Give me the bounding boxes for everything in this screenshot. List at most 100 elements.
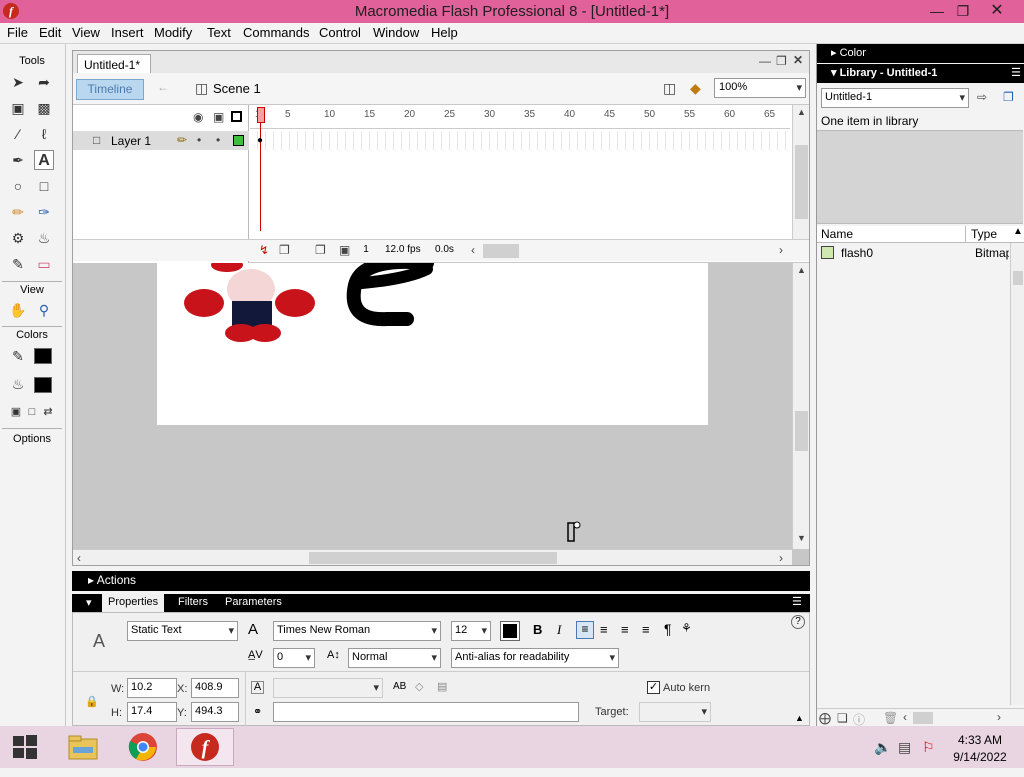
flash-icon[interactable]: f — [176, 728, 234, 766]
network-icon[interactable]: ▤ — [898, 739, 911, 756]
playhead[interactable]: ● — [257, 107, 265, 231]
rectangle-tool-icon[interactable]: □ — [34, 176, 54, 196]
restore-icon[interactable]: ❐ — [946, 0, 980, 23]
eyedropper-tool-icon[interactable]: ✎ — [8, 254, 28, 274]
outline-all-icon[interactable] — [231, 111, 242, 122]
doc-minimize-icon[interactable]: — — [759, 54, 771, 68]
zoom-tool-icon[interactable]: ⚲ — [34, 300, 54, 320]
library-scroll-right-icon[interactable]: › — [997, 710, 1001, 724]
edit-scene-icon[interactable]: ◫ — [663, 80, 676, 97]
bold-button[interactable]: B — [533, 622, 542, 637]
ink-bottle-tool-icon[interactable]: ⚙ — [8, 228, 28, 248]
tab-filters[interactable]: Filters — [178, 596, 208, 608]
stage-hscrollbar[interactable]: ‹ › — [73, 549, 792, 565]
help-icon[interactable]: ? — [791, 615, 805, 629]
onion-outline-icon[interactable]: ❐ — [315, 243, 326, 257]
action-center-icon[interactable]: ⚐ — [922, 739, 935, 756]
doc-close-icon[interactable]: ✕ — [793, 53, 803, 67]
url-link-field[interactable] — [273, 702, 579, 722]
x-field[interactable]: 408.9 — [191, 678, 239, 698]
stage-vscrollbar[interactable]: ▲ ▼ — [792, 263, 809, 549]
doc-restore-icon[interactable]: ❐ — [776, 54, 787, 68]
font-family-select[interactable]: Times New Roman — [273, 621, 441, 641]
center-frame-icon[interactable]: ↯ — [259, 243, 269, 257]
height-field[interactable]: 17.4 — [127, 702, 177, 722]
text-tool-icon[interactable]: A — [34, 150, 54, 170]
library-document-select[interactable]: Untitled-1 — [821, 88, 969, 108]
layer-row[interactable]: □ Layer 1 ✏ • • — [73, 131, 249, 150]
pen-tool-icon[interactable]: ✒ — [8, 150, 28, 170]
oval-tool-icon[interactable]: ○ — [8, 176, 28, 196]
menu-file[interactable]: File — [7, 25, 28, 40]
selection-tool-icon[interactable]: ➤ — [8, 72, 28, 92]
justify-icon[interactable]: ≡ — [642, 622, 650, 637]
lock-all-icon[interactable]: ▣ — [213, 110, 224, 124]
swap-colors-icon[interactable]: ⇄ — [38, 402, 58, 422]
italic-button[interactable]: I — [557, 622, 561, 638]
tab-parameters[interactable]: Parameters — [225, 596, 282, 608]
menu-control[interactable]: Control — [319, 25, 361, 40]
pencil-tool-icon[interactable]: ✏ — [8, 202, 28, 222]
new-library-panel-icon[interactable]: ❐ — [1003, 90, 1014, 104]
subselection-tool-icon[interactable]: ➦ — [34, 72, 54, 92]
library-item-name[interactable]: flash0 — [841, 246, 873, 260]
y-field[interactable]: 494.3 — [191, 702, 239, 722]
start-button[interactable] — [0, 728, 50, 766]
layer-visible-dot[interactable]: • — [197, 133, 201, 147]
letter-spacing-field[interactable]: 0 — [273, 648, 315, 668]
lock-width-height-icon[interactable]: 🔒 — [85, 695, 99, 708]
fill-color-swatch[interactable] — [34, 377, 52, 393]
column-type[interactable]: Type — [971, 227, 997, 241]
frame-ruler[interactable]: 1 5 10 15 20 25 30 35 40 45 50 55 60 65 — [250, 105, 790, 129]
menu-text[interactable]: Text — [207, 25, 231, 40]
layer-name[interactable]: Layer 1 — [111, 134, 151, 148]
color-panel-header[interactable]: ▸ Color — [817, 44, 1024, 63]
text-type-select[interactable]: Static Text — [127, 621, 238, 641]
collapse-arrow-icon[interactable]: ▾ — [86, 596, 92, 609]
layer-outline-square[interactable] — [233, 135, 244, 146]
timeline-scroll-left-icon[interactable]: ‹ — [471, 243, 475, 257]
library-scroll-left-icon[interactable]: ‹ — [903, 710, 907, 724]
align-right-icon[interactable]: ≡ — [621, 622, 629, 637]
target-select[interactable] — [639, 702, 711, 722]
library-options-icon[interactable]: ☰ — [1011, 66, 1021, 79]
onion-skin-icon[interactable]: ❐ — [279, 243, 290, 257]
stage-work-area[interactable]: ▲ ▼ ‹ › — [73, 263, 809, 565]
text-orientation-icon[interactable]: ⚘ — [681, 621, 692, 635]
show-border-icon[interactable]: ◇ — [415, 680, 423, 693]
menu-insert[interactable]: Insert — [111, 25, 144, 40]
variable-icon[interactable]: ▤ — [437, 680, 447, 693]
free-transform-tool-icon[interactable]: ▣ — [8, 98, 28, 118]
sort-arrow-icon[interactable]: ▲ — [1013, 226, 1023, 237]
document-tab[interactable]: Untitled-1* — [77, 54, 151, 73]
align-left-icon[interactable]: ≡ — [576, 621, 594, 639]
panel-options-icon[interactable]: ☰ — [792, 595, 802, 608]
chrome-icon[interactable] — [114, 728, 172, 766]
text-color-swatch[interactable] — [500, 621, 520, 641]
zoom-select[interactable]: 100% — [714, 78, 806, 98]
fill-transform-tool-icon[interactable]: ▩ — [34, 98, 54, 118]
menu-modify[interactable]: Modify — [154, 25, 192, 40]
delete-item-icon[interactable]: 🗑 — [883, 711, 898, 725]
library-item[interactable]: flash0 Bitmap — [817, 243, 1009, 263]
close-icon[interactable]: ✕ — [980, 0, 1014, 23]
library-hscroll-thumb[interactable] — [913, 712, 933, 724]
width-field[interactable]: 10.2 — [127, 678, 177, 698]
menu-edit[interactable]: Edit — [39, 25, 61, 40]
font-size-field[interactable]: 12 — [451, 621, 491, 641]
paint-bucket-tool-icon[interactable]: ♨ — [34, 228, 54, 248]
timeline-hscroll-thumb[interactable] — [483, 244, 519, 258]
new-folder-icon[interactable]: ❏ — [837, 711, 848, 725]
hand-tool-icon[interactable]: ✋ — [8, 300, 28, 320]
library-vscrollbar[interactable] — [1010, 243, 1024, 705]
edit-multiple-frames-icon[interactable]: ▣ — [339, 243, 350, 257]
align-center-icon[interactable]: ≡ — [600, 622, 608, 637]
auto-kern-checkbox[interactable]: ✓ — [647, 681, 660, 694]
line-tool-icon[interactable]: ∕ — [8, 124, 28, 144]
paragraph-icon[interactable]: ¶ — [664, 621, 672, 637]
pin-library-icon[interactable]: ⇨ — [977, 90, 987, 104]
frame-grid[interactable]: 1 5 10 15 20 25 30 35 40 45 50 55 60 65 … — [250, 105, 790, 239]
library-panel-header[interactable]: ▾ Library - Untitled-1 ☰ — [817, 64, 1024, 83]
panel-resize-icon[interactable]: ▲ — [795, 713, 804, 723]
edit-symbols-icon[interactable]: ◆ — [690, 80, 701, 97]
